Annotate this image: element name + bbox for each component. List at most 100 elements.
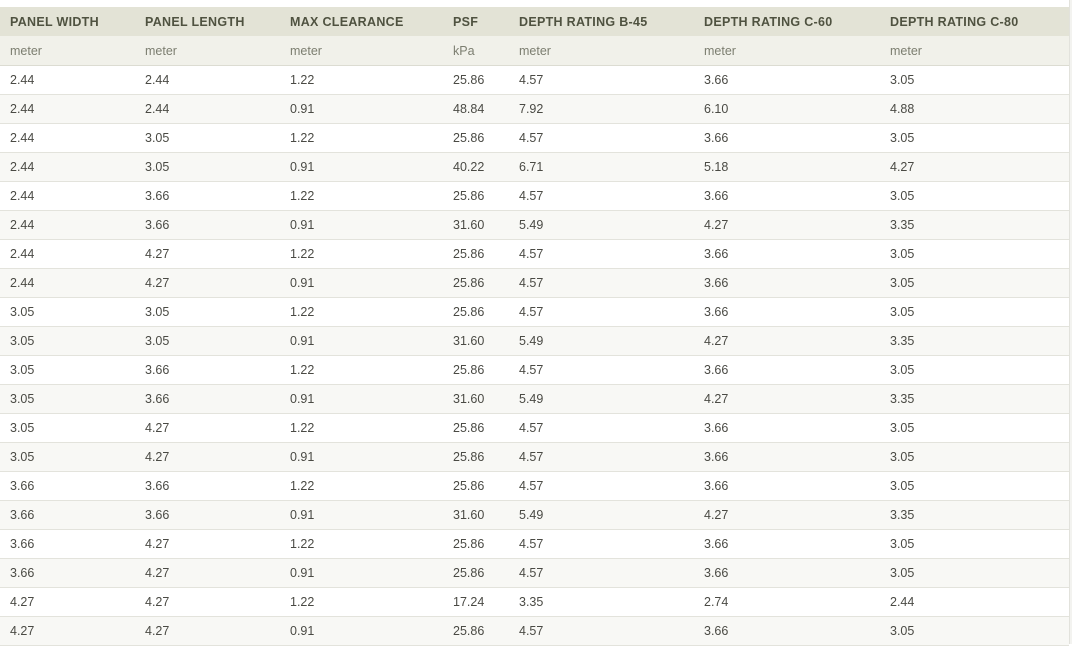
table-cell-panel-length: 2.44 (135, 65, 280, 95)
table-row: 3.66 3.66 0.91 31.60 5.49 4.27 3.35 (0, 500, 1069, 530)
table-cell-depth-rating-c80: 3.05 (880, 355, 1069, 385)
table-cell-panel-length: 3.66 (135, 181, 280, 211)
table-cell-max-clearance: 0.91 (280, 616, 443, 646)
unit-label-depth-rating-c60: meter (694, 36, 880, 66)
table-cell-panel-length: 4.27 (135, 413, 280, 443)
table-cell-panel-length: 3.66 (135, 471, 280, 501)
unit-label-panel-length: meter (135, 36, 280, 66)
table-cell-depth-rating-c60: 3.66 (694, 413, 880, 443)
table-cell-depth-rating-b45: 5.49 (509, 210, 694, 240)
table-cell-depth-rating-c80: 3.05 (880, 181, 1069, 211)
table-cell-depth-rating-c60: 4.27 (694, 326, 880, 356)
table-cell-psf: 25.86 (443, 558, 509, 588)
table-row: 2.44 4.27 0.91 25.86 4.57 3.66 3.05 (0, 268, 1069, 298)
data-table-container: PANEL WIDTH PANEL LENGTH MAX CLEARANCE PSF D… (0, 7, 1069, 646)
table-cell-depth-rating-b45: 4.57 (509, 268, 694, 298)
column-header-depth-rating-b45: DEPTH RATING B-45 (509, 7, 694, 36)
table-cell-panel-width: 2.44 (0, 268, 135, 298)
table-cell-psf: 48.84 (443, 94, 509, 124)
table-cell-panel-width: 3.05 (0, 413, 135, 443)
table-cell-psf: 31.60 (443, 384, 509, 414)
table-cell-panel-width: 4.27 (0, 616, 135, 646)
table-cell-depth-rating-c60: 3.66 (694, 529, 880, 559)
table-row: 2.44 2.44 1.22 25.86 4.57 3.66 3.05 (0, 65, 1069, 95)
table-cell-panel-length: 4.27 (135, 268, 280, 298)
table-cell-panel-width: 3.66 (0, 558, 135, 588)
table-cell-panel-width: 2.44 (0, 123, 135, 153)
table-row: 4.27 4.27 0.91 25.86 4.57 3.66 3.05 (0, 616, 1069, 646)
table-cell-panel-length: 3.66 (135, 384, 280, 414)
table-cell-max-clearance: 1.22 (280, 123, 443, 153)
table-row: 2.44 2.44 0.91 48.84 7.92 6.10 4.88 (0, 94, 1069, 124)
table-cell-depth-rating-c80: 3.05 (880, 616, 1069, 646)
table-cell-depth-rating-c60: 4.27 (694, 384, 880, 414)
table-cell-depth-rating-b45: 4.57 (509, 529, 694, 559)
table-body: 2.44 2.44 1.22 25.86 4.57 3.66 3.05 2.44 2.44 0.9… (0, 65, 1069, 646)
table-cell-max-clearance: 0.91 (280, 500, 443, 530)
table-cell-panel-width: 3.05 (0, 297, 135, 327)
table-cell-depth-rating-b45: 4.57 (509, 123, 694, 153)
table-cell-max-clearance: 1.22 (280, 355, 443, 385)
table-cell-psf: 25.86 (443, 413, 509, 443)
table-cell-panel-length: 3.05 (135, 326, 280, 356)
table-cell-depth-rating-c80: 4.88 (880, 94, 1069, 124)
table-cell-depth-rating-c80: 3.05 (880, 442, 1069, 472)
table-cell-panel-width: 3.05 (0, 442, 135, 472)
table-cell-panel-width: 2.44 (0, 210, 135, 240)
top-strip (0, 0, 1072, 7)
unit-label-depth-rating-c80: meter (880, 36, 1069, 66)
column-header-max-clearance: MAX CLEARANCE (280, 7, 443, 36)
table-cell-panel-length: 3.66 (135, 355, 280, 385)
table-cell-panel-width: 2.44 (0, 65, 135, 95)
table-cell-depth-rating-c80: 3.05 (880, 413, 1069, 443)
table-cell-psf: 25.86 (443, 181, 509, 211)
table-cell-psf: 25.86 (443, 268, 509, 298)
table-cell-panel-length: 3.05 (135, 123, 280, 153)
table-cell-max-clearance: 1.22 (280, 413, 443, 443)
table-cell-depth-rating-c80: 3.05 (880, 471, 1069, 501)
table-cell-psf: 31.60 (443, 210, 509, 240)
table-cell-max-clearance: 1.22 (280, 587, 443, 617)
table-row: 2.44 3.05 1.22 25.86 4.57 3.66 3.05 (0, 123, 1069, 153)
table-row: 3.66 4.27 1.22 25.86 4.57 3.66 3.05 (0, 529, 1069, 559)
table-cell-depth-rating-b45: 6.71 (509, 152, 694, 182)
table-cell-max-clearance: 0.91 (280, 152, 443, 182)
column-header-depth-rating-c80: DEPTH RATING C-80 (880, 7, 1069, 36)
table-cell-psf: 25.86 (443, 123, 509, 153)
table-row: 3.05 4.27 0.91 25.86 4.57 3.66 3.05 (0, 442, 1069, 472)
table-cell-depth-rating-c80: 3.05 (880, 558, 1069, 588)
table-cell-depth-rating-b45: 4.57 (509, 558, 694, 588)
table-row: 3.66 3.66 1.22 25.86 4.57 3.66 3.05 (0, 471, 1069, 501)
table-cell-depth-rating-b45: 4.57 (509, 65, 694, 95)
table-cell-depth-rating-b45: 3.35 (509, 587, 694, 617)
table-cell-depth-rating-c60: 3.66 (694, 65, 880, 95)
table-cell-depth-rating-b45: 5.49 (509, 326, 694, 356)
table-cell-depth-rating-b45: 4.57 (509, 355, 694, 385)
table-row: 3.05 3.66 0.91 31.60 5.49 4.27 3.35 (0, 384, 1069, 414)
table-cell-psf: 31.60 (443, 326, 509, 356)
table-cell-depth-rating-b45: 4.57 (509, 181, 694, 211)
table-cell-max-clearance: 0.91 (280, 384, 443, 414)
table-cell-depth-rating-c60: 3.66 (694, 471, 880, 501)
table-cell-panel-length: 4.27 (135, 587, 280, 617)
table-cell-depth-rating-b45: 4.57 (509, 442, 694, 472)
table-cell-panel-width: 4.27 (0, 587, 135, 617)
column-header-psf: PSF (443, 7, 509, 36)
table-cell-depth-rating-c80: 3.05 (880, 65, 1069, 95)
table-cell-depth-rating-c60: 3.66 (694, 355, 880, 385)
unit-label-psf: kPa (443, 36, 509, 66)
table-header-row: PANEL WIDTH PANEL LENGTH MAX CLEARANCE PSF D… (0, 7, 1069, 36)
table-cell-psf: 25.86 (443, 297, 509, 327)
table-row: 3.05 3.66 1.22 25.86 4.57 3.66 3.05 (0, 355, 1069, 385)
unit-label-depth-rating-b45: meter (509, 36, 694, 66)
table-cell-depth-rating-c60: 4.27 (694, 210, 880, 240)
table-cell-depth-rating-c80: 3.05 (880, 268, 1069, 298)
table-cell-psf: 40.22 (443, 152, 509, 182)
table-cell-panel-width: 3.66 (0, 471, 135, 501)
table-cell-depth-rating-c60: 3.66 (694, 558, 880, 588)
table-row: 3.66 4.27 0.91 25.86 4.57 3.66 3.05 (0, 558, 1069, 588)
table-cell-depth-rating-c80: 3.05 (880, 123, 1069, 153)
table-cell-depth-rating-c80: 3.05 (880, 239, 1069, 269)
table-cell-panel-length: 2.44 (135, 94, 280, 124)
unit-label-max-clearance: meter (280, 36, 443, 66)
